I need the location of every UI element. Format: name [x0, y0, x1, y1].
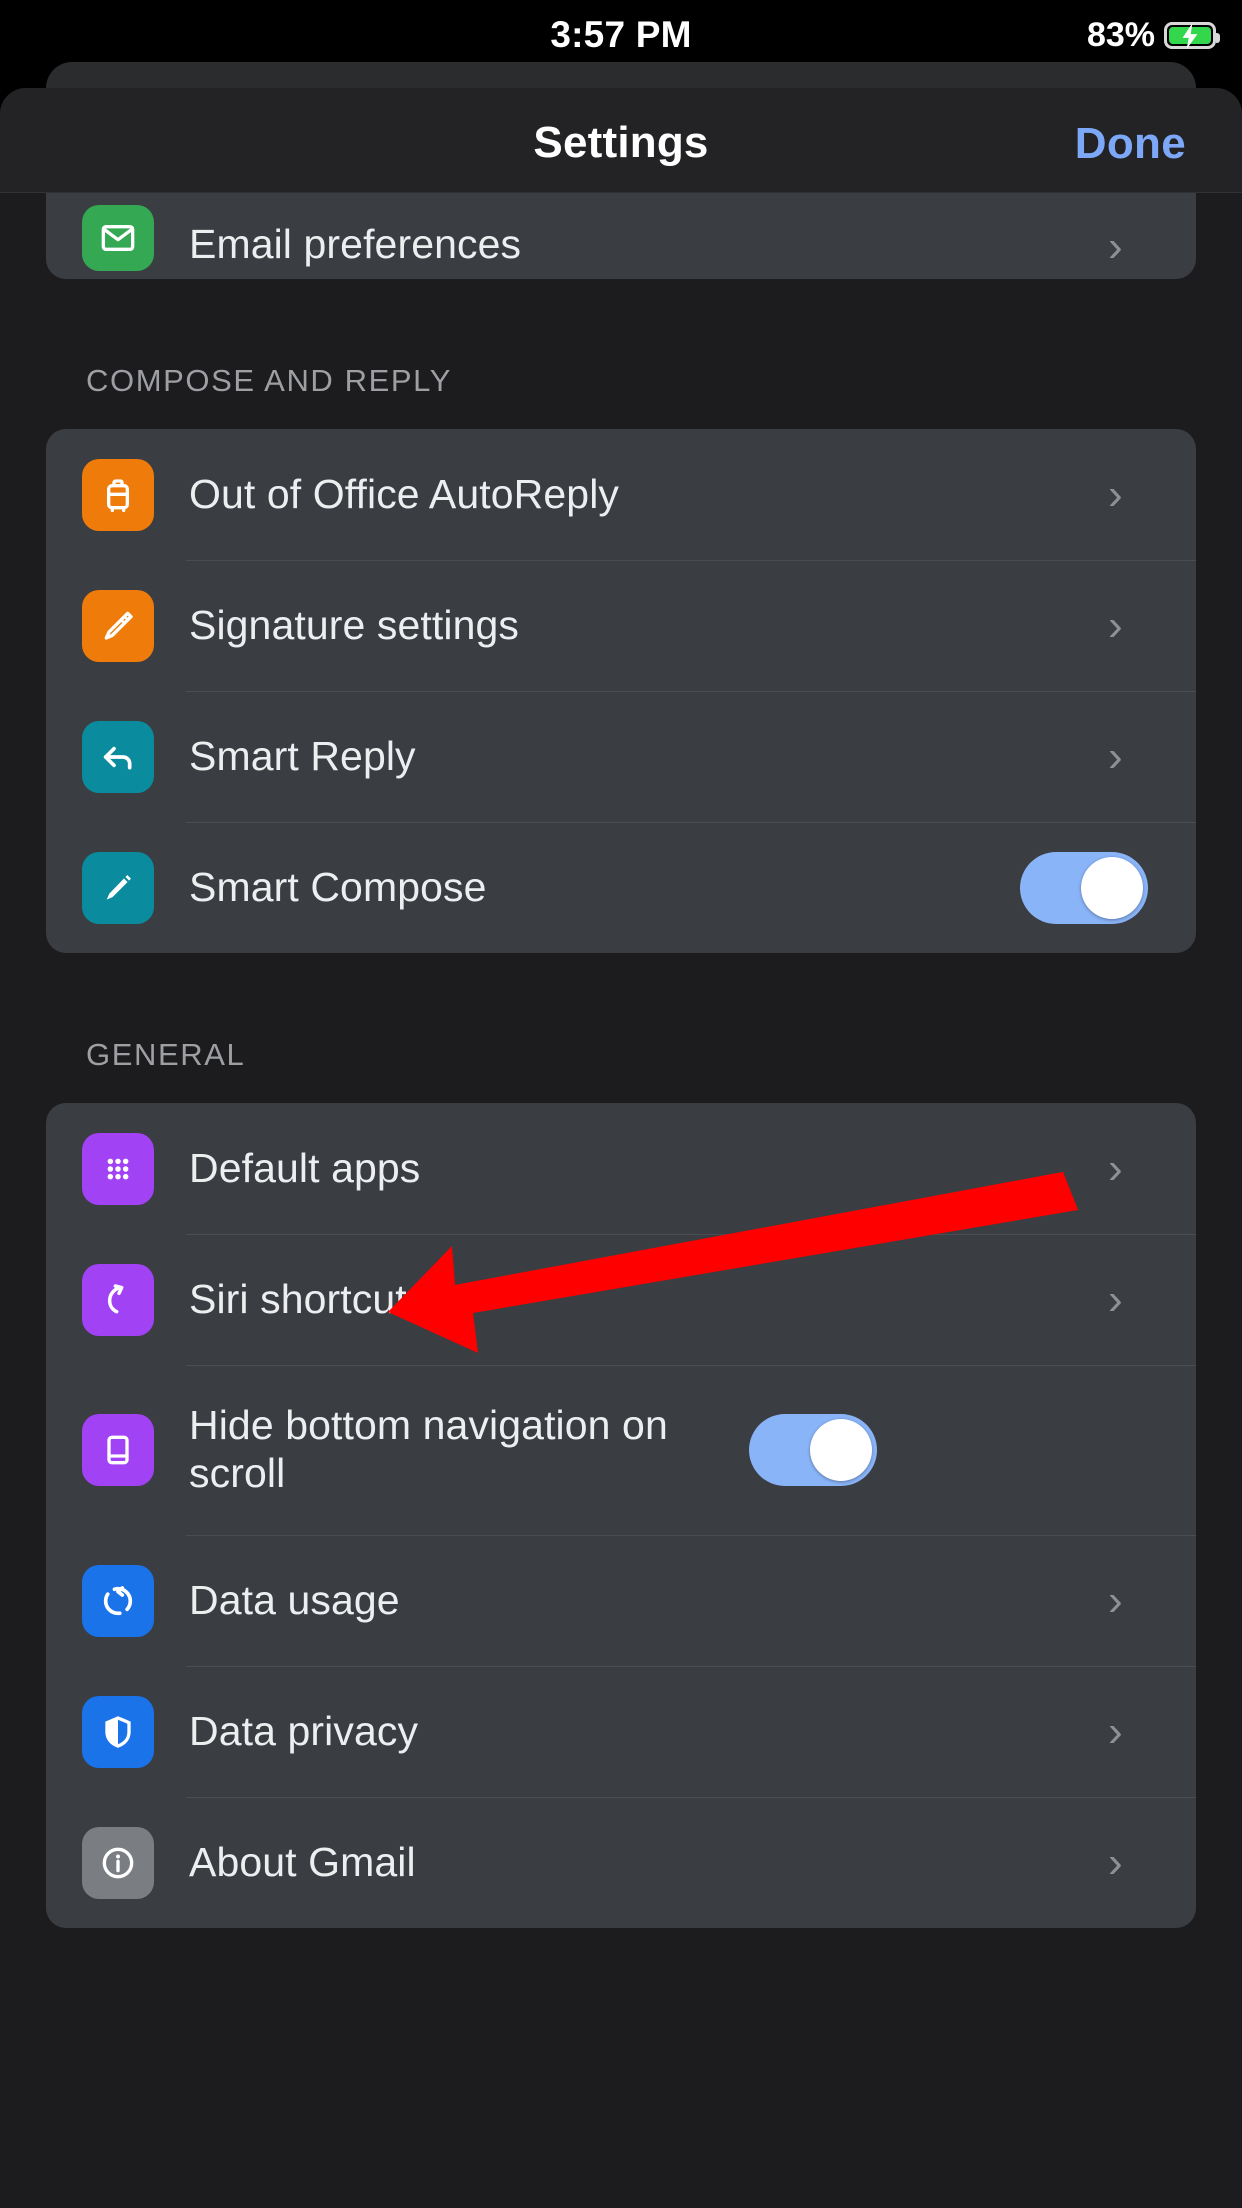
row-signature-settings[interactable]: Signature settings › — [46, 560, 1196, 691]
status-bar-right-cluster: 83% — [1086, 16, 1220, 55]
toggle-knob — [810, 1419, 872, 1481]
battery-charging-icon — [1164, 22, 1220, 49]
sync-circle-icon — [82, 1564, 154, 1637]
row-label: Out of Office AutoReply — [189, 470, 619, 517]
settings-group-general: Default apps › Siri shortcuts › Hide bot… — [46, 1103, 1196, 1928]
siri-swirl-icon — [82, 1263, 154, 1336]
smart-compose-toggle[interactable] — [1020, 851, 1148, 924]
row-label: Data usage — [189, 1576, 400, 1623]
chevron-right-icon: › — [1108, 1143, 1123, 1193]
page-title: Settings — [533, 118, 709, 167]
row-label: About Gmail — [189, 1838, 416, 1885]
row-about-gmail[interactable]: About Gmail › — [46, 1797, 1196, 1928]
row-label: Siri shortcuts — [189, 1275, 428, 1322]
chevron-right-icon: › — [1108, 1274, 1123, 1324]
section-header-general: GENERAL — [86, 1037, 246, 1072]
settings-group-compose-and-reply: Out of Office AutoReply › Signature sett… — [46, 429, 1196, 953]
row-label: Smart Reply — [189, 732, 416, 779]
row-label: Default apps — [189, 1144, 421, 1191]
shield-icon — [82, 1695, 154, 1768]
chevron-right-icon: › — [1108, 731, 1123, 781]
chevron-right-icon: › — [1108, 600, 1123, 650]
hide-bottom-navigation-toggle[interactable] — [749, 1414, 877, 1486]
row-siri-shortcuts[interactable]: Siri shortcuts › — [46, 1234, 1196, 1365]
row-out-of-office-autoreply[interactable]: Out of Office AutoReply › — [46, 429, 1196, 560]
reply-arrow-icon — [82, 720, 154, 793]
chevron-right-icon: › — [1108, 469, 1123, 519]
row-label: Smart Compose — [189, 863, 487, 910]
section-header-compose-and-reply: COMPOSE AND REPLY — [86, 363, 452, 398]
row-hide-bottom-navigation[interactable]: Hide bottom navigation on scroll — [46, 1365, 1196, 1535]
status-bar-time: 3:57 PM — [550, 14, 692, 55]
info-circle-icon — [82, 1826, 154, 1899]
suitcase-icon — [82, 458, 154, 531]
navigation-bar: Settings Done — [0, 88, 1242, 193]
chevron-right-icon: › — [1108, 1575, 1123, 1625]
chevron-right-icon: › — [1108, 1837, 1123, 1887]
phone-bottom-nav-icon — [82, 1414, 154, 1486]
done-button[interactable]: Done — [1075, 119, 1186, 169]
row-default-apps[interactable]: Default apps › — [46, 1103, 1196, 1234]
envelope-icon — [82, 205, 154, 271]
pencil-icon — [82, 851, 154, 924]
row-smart-reply[interactable]: Smart Reply › — [46, 691, 1196, 822]
row-data-privacy[interactable]: Data privacy › — [46, 1666, 1196, 1797]
chevron-right-icon: › — [1108, 222, 1123, 271]
row-smart-compose[interactable]: Smart Compose — [46, 822, 1196, 953]
row-data-usage[interactable]: Data usage › — [46, 1535, 1196, 1666]
row-label: Data privacy — [189, 1707, 419, 1754]
row-label: Signature settings — [189, 601, 520, 648]
toggle-knob — [1081, 856, 1143, 919]
row-label: Email preferences — [189, 221, 522, 268]
battery-percent-label: 83% — [1086, 16, 1155, 54]
row-email-preferences[interactable]: Email preferences › — [46, 193, 1196, 279]
pen-icon — [82, 589, 154, 662]
apps-grid-icon — [82, 1132, 154, 1205]
chevron-right-icon: › — [1108, 1706, 1123, 1756]
row-label: Hide bottom navigation on scroll — [189, 1402, 668, 1496]
settings-scroll-content[interactable]: Email preferences › COMPOSE AND REPLY Ou… — [0, 193, 1242, 2208]
settings-group-top-partial: Email preferences › — [46, 193, 1196, 279]
settings-sheet: Settings Done Email preferences › COMPOS… — [0, 88, 1242, 2208]
